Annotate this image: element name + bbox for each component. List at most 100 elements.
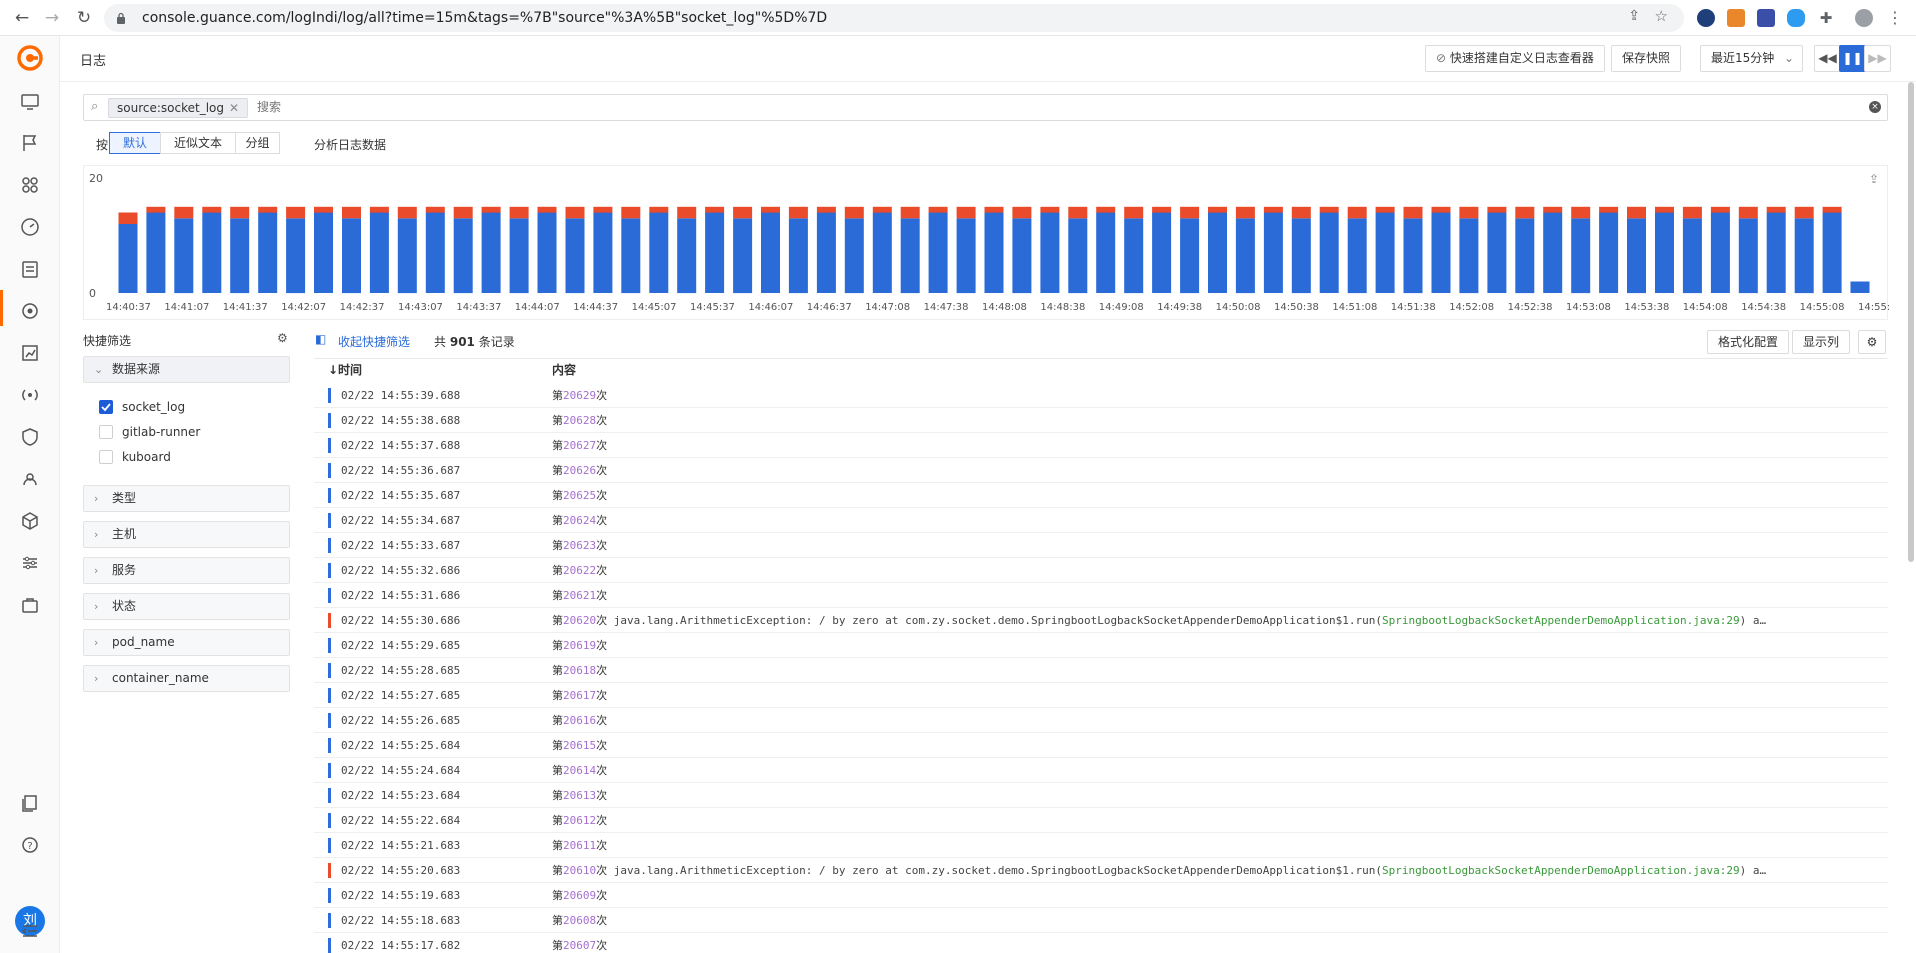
bar-error[interactable]	[816, 206, 836, 213]
grid-icon[interactable]	[19, 174, 41, 196]
bar-info[interactable]	[1291, 218, 1311, 294]
extension-cloud-icon[interactable]	[1787, 9, 1805, 27]
bar-info[interactable]	[174, 218, 194, 294]
bar-error[interactable]	[844, 206, 864, 219]
table-row[interactable]: 02/22 14:55:18.683 第20608次	[314, 908, 1888, 933]
table-row[interactable]: 02/22 14:55:37.688 第20627次	[314, 433, 1888, 458]
filter-group-host[interactable]: › 主机	[83, 521, 290, 548]
bar-error[interactable]	[1208, 206, 1227, 213]
bar-info[interactable]	[1822, 212, 1842, 294]
share-icon[interactable]: ⇪	[1628, 8, 1640, 24]
bar-error[interactable]	[1235, 206, 1255, 219]
display-columns-button[interactable]: 显示列	[1792, 330, 1851, 354]
table-row[interactable]: 02/22 14:55:21.683 第20611次	[314, 833, 1888, 858]
bar-info[interactable]	[1096, 212, 1116, 294]
target-icon[interactable]	[19, 300, 41, 322]
table-row[interactable]: 02/22 14:55:22.684 第20612次	[314, 808, 1888, 833]
bar-info[interactable]	[1850, 281, 1870, 294]
bar-error[interactable]	[258, 206, 278, 213]
table-row[interactable]: 02/22 14:55:23.684 第20613次	[314, 783, 1888, 808]
bar-error[interactable]	[1263, 206, 1283, 213]
bar-info[interactable]	[1403, 218, 1423, 294]
bar-info[interactable]	[1180, 218, 1200, 294]
source-option-label[interactable]: gitlab-runner	[122, 425, 200, 439]
bar-info[interactable]	[1263, 212, 1283, 294]
bar-info[interactable]	[537, 212, 557, 294]
mode-default[interactable]: 默认	[109, 132, 161, 154]
page-scrollbar[interactable]	[1908, 82, 1914, 562]
settings-sliders-icon[interactable]	[19, 552, 41, 574]
monitor-screen-icon[interactable]	[19, 90, 41, 112]
extensions-puzzle-icon[interactable]: ✚	[1817, 9, 1835, 27]
gauge-icon[interactable]	[19, 216, 41, 238]
bar-info[interactable]	[733, 218, 753, 294]
bar-info[interactable]	[314, 212, 333, 294]
bar-info[interactable]	[1208, 212, 1227, 294]
bar-info[interactable]	[1012, 218, 1032, 294]
bar-info[interactable]	[1068, 218, 1088, 294]
bar-error[interactable]	[621, 206, 641, 219]
chart-icon[interactable]	[19, 342, 41, 364]
bar-error[interactable]	[1543, 206, 1563, 213]
bar-error[interactable]	[425, 206, 445, 213]
collapse-filter-link[interactable]: 收起快捷筛选	[338, 333, 410, 350]
bar-error[interactable]	[286, 206, 306, 219]
mode-similar-text[interactable]: 近似文本	[160, 132, 236, 154]
bar-error[interactable]	[397, 206, 417, 219]
bar-error[interactable]	[1515, 206, 1535, 219]
bar-info[interactable]	[369, 212, 389, 294]
help-icon[interactable]: ?	[19, 834, 41, 856]
bar-error[interactable]	[146, 206, 166, 213]
clear-icon[interactable]: ×	[1869, 101, 1881, 113]
settings-gear-button[interactable]: ⚙	[1858, 330, 1886, 354]
bar-info[interactable]	[397, 218, 417, 294]
bar-error[interactable]	[1347, 206, 1367, 219]
fast-forward-button[interactable]: ▶▶	[1864, 45, 1891, 72]
table-row[interactable]: 02/22 14:55:35.687 第20625次	[314, 483, 1888, 508]
checkbox-gitlab-runner[interactable]	[99, 425, 113, 439]
column-header-time[interactable]: ↓时间	[328, 359, 362, 382]
bar-info[interactable]	[481, 212, 501, 294]
checkbox-socket-log[interactable]	[99, 400, 113, 414]
bar-info[interactable]	[1487, 212, 1507, 294]
bar-info[interactable]	[705, 212, 725, 294]
table-row[interactable]: 02/22 14:55:33.687 第20623次	[314, 533, 1888, 558]
search-input[interactable]	[257, 95, 1807, 120]
table-row[interactable]: 02/22 14:55:26.685 第20616次	[314, 708, 1888, 733]
bar-info[interactable]	[1431, 212, 1451, 294]
bar-error[interactable]	[1738, 206, 1758, 219]
bar-error[interactable]	[1291, 206, 1311, 219]
build-viewer-button[interactable]: ⊘ 快速搭建自定义日志查看器	[1425, 45, 1605, 72]
collapse-panel-icon[interactable]: ◧	[315, 332, 326, 346]
pause-button[interactable]: ❚❚	[1839, 45, 1866, 72]
bar-error[interactable]	[1375, 206, 1395, 213]
bar-info[interactable]	[1515, 218, 1535, 294]
source-option-label[interactable]: kuboard	[122, 450, 171, 464]
table-row[interactable]: 02/22 14:55:25.684 第20615次	[314, 733, 1888, 758]
bar-error[interactable]	[1627, 206, 1646, 219]
bar-info[interactable]	[342, 218, 361, 294]
table-row[interactable]: 02/22 14:55:24.684 第20614次	[314, 758, 1888, 783]
bar-info[interactable]	[761, 212, 780, 294]
bar-info[interactable]	[1766, 212, 1786, 294]
bar-info[interactable]	[1794, 218, 1814, 294]
bar-error[interactable]	[369, 206, 389, 213]
bar-error[interactable]	[1012, 206, 1032, 219]
bar-info[interactable]	[1040, 212, 1060, 294]
bar-error[interactable]	[872, 206, 892, 213]
profile-icon[interactable]	[1855, 9, 1873, 27]
bar-info[interactable]	[286, 218, 306, 294]
rewind-button[interactable]: ◀◀	[1814, 45, 1841, 72]
bar-error[interactable]	[1124, 206, 1144, 219]
bar-error[interactable]	[174, 206, 194, 219]
bar-error[interactable]	[1655, 206, 1674, 213]
mode-group[interactable]: 分组	[235, 132, 280, 154]
bar-info[interactable]	[1682, 218, 1702, 294]
bar-error[interactable]	[1599, 206, 1619, 213]
bar-error[interactable]	[1571, 206, 1591, 219]
bar-error[interactable]	[565, 206, 585, 219]
bar-error[interactable]	[1459, 206, 1479, 219]
bar-info[interactable]	[788, 218, 808, 294]
bar-error[interactable]	[509, 206, 529, 219]
bar-info[interactable]	[984, 212, 1004, 294]
